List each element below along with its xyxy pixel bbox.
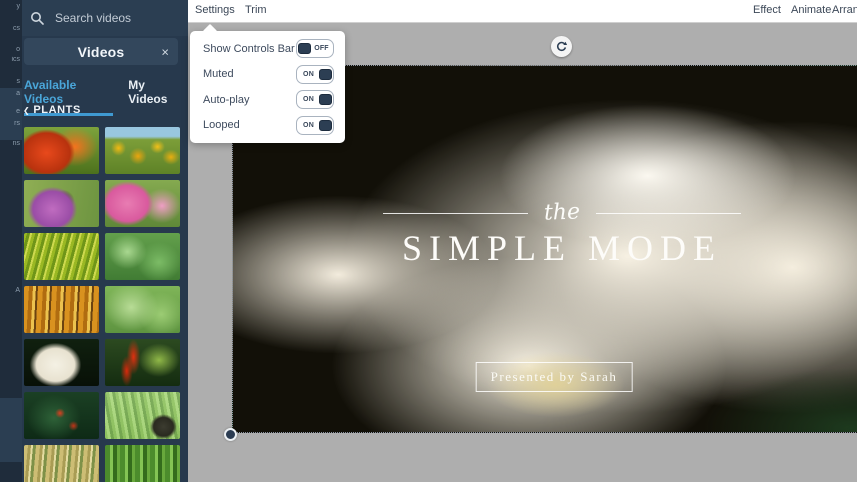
rail-label-fragment: ns (13, 140, 20, 148)
thumbnail-white-tulip[interactable] (24, 339, 99, 386)
video-thumbnail-grid (24, 127, 184, 482)
title-overlay: the SIMPLE MODE (233, 202, 857, 269)
rail-label-fragment: a (16, 90, 20, 98)
toolbar-settings-button[interactable]: Settings (195, 4, 235, 16)
thumbnail-bee-on-purple-flower[interactable] (24, 180, 99, 227)
menu-row-auto-play: Auto-play ON (190, 90, 345, 109)
thumbnail-red-chili-plant[interactable] (105, 339, 180, 386)
toggle-state-label: ON (298, 71, 319, 78)
rail-highlight-block (0, 398, 22, 462)
search-icon (30, 11, 44, 25)
toolbar-trim-button[interactable]: Trim (245, 4, 267, 16)
credit-text-box[interactable]: Presented by Sarah (476, 362, 633, 392)
divider-line (596, 213, 741, 214)
menu-row-muted: Muted ON (190, 65, 345, 84)
app-window: y cs o ics s a e rs ns A Videos × Availa… (0, 0, 857, 482)
left-nav-rail[interactable]: y cs o ics s a e rs ns A (0, 0, 22, 482)
toolbar-effect-button[interactable]: Effect (753, 4, 781, 16)
menu-item-label: Auto-play (203, 94, 249, 106)
toolbar-animate-button[interactable]: Animate (791, 4, 831, 16)
thumbnail-green-leaves[interactable] (105, 233, 180, 280)
divider-line (383, 213, 528, 214)
settings-dropdown: Show Controls Bar OFF Muted ON Auto-play… (190, 31, 345, 143)
menu-row-looped: Looped ON (190, 116, 345, 135)
thumbnail-pink-roses[interactable] (105, 180, 180, 227)
rail-label-fragment: y (17, 3, 21, 11)
toggle-state-label: ON (298, 122, 319, 129)
search-input[interactable] (53, 10, 180, 26)
toggle-knob (319, 94, 332, 105)
menu-item-label: Show Controls Bar (203, 43, 295, 55)
rail-label-fragment: A (15, 287, 20, 295)
toggle-muted[interactable]: ON (296, 65, 334, 84)
thumbnail-red-poppies[interactable] (24, 127, 99, 174)
menu-item-label: Looped (203, 119, 240, 131)
thumbnail-dark-clover-berries[interactable] (24, 392, 99, 439)
editor-toolbar: Settings Trim Effect Animate Arrange (188, 0, 857, 23)
toggle-looped[interactable]: ON (296, 116, 334, 135)
category-back-plants[interactable]: ❮ PLANTS (23, 104, 81, 116)
rail-label-fragment: ics (11, 56, 20, 64)
thumbnail-sunflower-field[interactable] (105, 127, 180, 174)
toggle-state-label: ON (298, 96, 319, 103)
pre-title-row: the (233, 202, 857, 224)
rotate-handle[interactable] (551, 36, 572, 57)
main-title-text[interactable]: SIMPLE MODE (233, 227, 857, 269)
toggle-knob (319, 120, 332, 131)
rail-label-fragment: cs (13, 25, 20, 33)
toolbar-arrange-button[interactable]: Arrange (832, 4, 857, 16)
toggle-state-label: OFF (311, 45, 332, 52)
menu-item-label: Muted (203, 68, 234, 80)
thumbnail-wheat-stalks[interactable] (24, 445, 99, 482)
resize-handle-bottom-left[interactable] (224, 428, 237, 441)
thumbnail-potted-grass[interactable] (105, 392, 180, 439)
rail-label-fragment: rs (14, 120, 20, 128)
close-icon[interactable]: × (161, 45, 169, 58)
tab-my-videos[interactable]: My Videos (128, 78, 184, 116)
rotate-icon (555, 40, 568, 53)
menu-row-show-controls-bar: Show Controls Bar OFF (190, 39, 345, 58)
toggle-knob (319, 69, 332, 80)
toggle-knob (298, 43, 311, 54)
chevron-left-icon: ❮ (23, 106, 30, 115)
thumbnail-bamboo-stalks[interactable] (105, 445, 180, 482)
thumbnail-sunlit-grass[interactable] (24, 233, 99, 280)
category-label: PLANTS (33, 104, 81, 116)
thumbnail-autumn-forest[interactable] (24, 286, 99, 333)
rail-label-fragment: e (16, 108, 20, 116)
thumbnail-bamboo-leaves[interactable] (105, 286, 180, 333)
toggle-show-controls-bar[interactable]: OFF (296, 39, 334, 58)
rail-label-fragment: o (16, 46, 20, 54)
pre-title-text[interactable]: the (544, 201, 581, 224)
toggle-auto-play[interactable]: ON (296, 90, 334, 109)
videos-sidebar: Videos × Available Videos My Videos ❮ PL… (22, 0, 188, 482)
search-bar (22, 0, 188, 36)
rail-label-fragment: s (17, 78, 21, 86)
videos-panel-header: Videos × (24, 38, 178, 65)
panel-title: Videos (78, 44, 125, 60)
